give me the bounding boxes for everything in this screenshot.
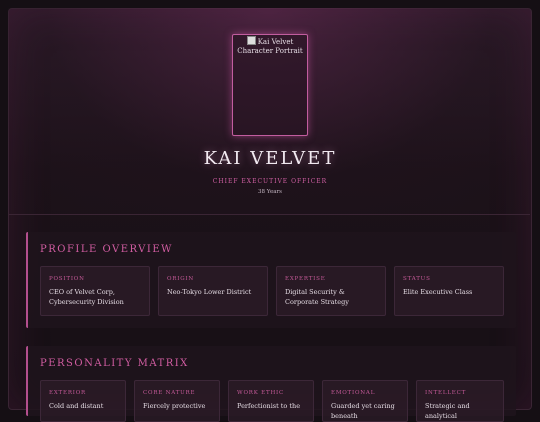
card-value: Strategic and analytical: [425, 402, 470, 420]
personality-matrix-section: PERSONALITY MATRIX EXTERIOR Cold and dis…: [26, 346, 516, 422]
broken-image-icon: [246, 36, 256, 45]
personality-card-work-ethic: WORK ETHIC Perfectionist to the: [228, 380, 314, 422]
card-label: WORK ETHIC: [237, 390, 285, 396]
profile-card-origin: ORIGIN Neo-Tokyo Lower District: [158, 266, 268, 316]
personality-card-core-nature: CORE NATURE Fiercely protective: [134, 380, 220, 422]
personality-card-intellect: INTELLECT Strategic and analytical: [416, 380, 504, 422]
section-heading: PROFILE OVERVIEW: [40, 244, 173, 255]
character-title: CHIEF EXECUTIVE OFFICER: [212, 178, 328, 185]
profile-card-expertise: EXPERTISE Digital Security & Corporate S…: [276, 266, 386, 316]
card-value: CEO of Velvet Corp, Cybersecurity Divisi…: [49, 288, 124, 306]
character-age: 38 Years: [258, 189, 282, 195]
section-heading: PERSONALITY MATRIX: [40, 358, 189, 369]
card-value: Digital Security & Corporate Strategy: [285, 288, 349, 306]
profile-overview-section: PROFILE OVERVIEW POSITION CEO of Velvet …: [26, 232, 516, 328]
card-value: Elite Executive Class: [403, 288, 473, 296]
personality-card-emotional: EMOTIONAL Guarded yet caring beneath: [322, 380, 408, 422]
profile-card-position: POSITION CEO of Velvet Corp, Cybersecuri…: [40, 266, 150, 316]
profile-card-status: STATUS Elite Executive Class: [394, 266, 504, 316]
card-label: EMOTIONAL: [331, 390, 376, 396]
card-value: Perfectionist to the: [237, 402, 301, 410]
card-label: ORIGIN: [167, 276, 195, 282]
card-value: Neo-Tokyo Lower District: [167, 288, 252, 296]
card-value: Fiercely protective: [143, 402, 206, 410]
card-label: EXPERTISE: [285, 276, 326, 282]
character-portrait: Kai Velvet Character Portrait: [232, 34, 308, 136]
card-label: POSITION: [49, 276, 85, 282]
card-value: Cold and distant: [49, 402, 104, 410]
personality-card-exterior: EXTERIOR Cold and distant: [40, 380, 126, 422]
card-label: EXTERIOR: [49, 390, 86, 396]
card-label: STATUS: [403, 276, 431, 282]
character-name: KAI VELVET: [203, 148, 337, 169]
portrait-alt-text: Kai Velvet Character Portrait: [233, 35, 307, 56]
card-label: INTELLECT: [425, 390, 467, 396]
card-label: CORE NATURE: [143, 390, 196, 396]
card-value: Guarded yet caring beneath: [331, 402, 395, 420]
